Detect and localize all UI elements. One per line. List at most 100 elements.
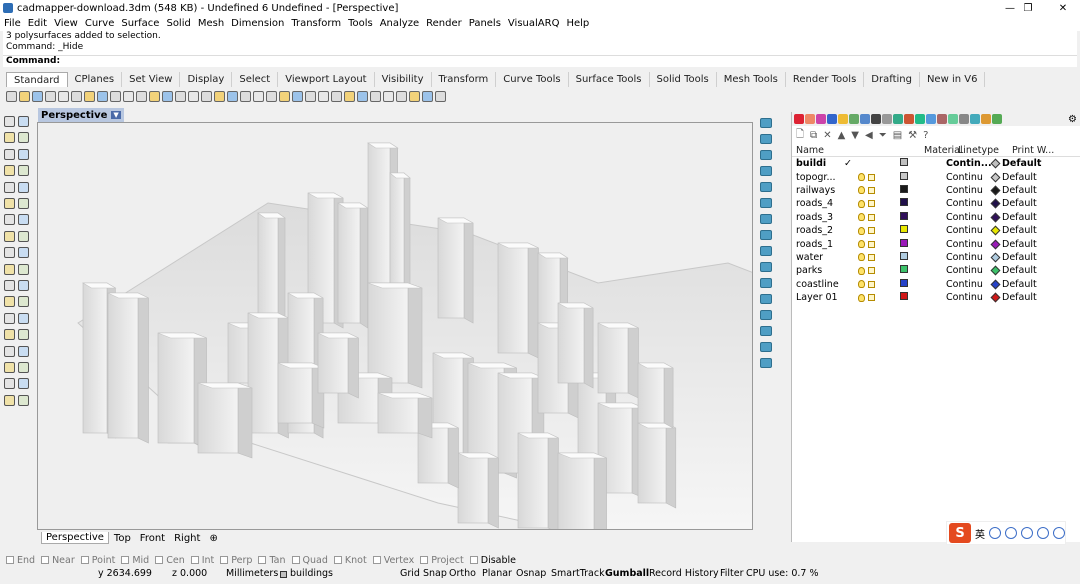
- lock-icon[interactable]: [868, 200, 875, 208]
- panel-tool-icon[interactable]: [760, 342, 772, 352]
- shade-icon[interactable]: [344, 90, 355, 102]
- osnap-checkbox[interactable]: [372, 556, 381, 564]
- toolbar-tab-surface-tools[interactable]: Surface Tools: [569, 72, 650, 87]
- grid-snap-toggle[interactable]: Grid Snap: [400, 567, 447, 581]
- rotate-tool-icon[interactable]: [4, 329, 15, 341]
- osnap-disable[interactable]: Disable: [469, 555, 516, 566]
- header-name[interactable]: Name: [792, 145, 844, 156]
- toolbar-tab-visibility[interactable]: Visibility: [375, 72, 432, 87]
- panel-tab-icon[interactable]: [860, 114, 870, 124]
- osnap-checkbox[interactable]: [121, 556, 130, 564]
- layer-color[interactable]: [900, 184, 912, 196]
- panel-settings-icon[interactable]: ⚙: [1068, 114, 1077, 125]
- menu-mesh[interactable]: Mesh: [198, 18, 224, 29]
- panel-tool-icon[interactable]: [760, 326, 772, 336]
- toolbar-tab-curve-tools[interactable]: Curve Tools: [496, 72, 569, 87]
- toolbar-tab-standard[interactable]: Standard: [6, 72, 68, 87]
- layer-linetype[interactable]: Continu: [942, 252, 992, 263]
- lock-icon[interactable]: [868, 173, 875, 181]
- polygon-tool-icon[interactable]: [4, 181, 15, 193]
- layer-state-icon[interactable]: ▤: [893, 130, 902, 141]
- layer-print-width[interactable]: Default: [990, 198, 1062, 209]
- ghost-icon[interactable]: [370, 90, 381, 102]
- show-icon[interactable]: [266, 90, 277, 102]
- redo-icon[interactable]: [123, 90, 134, 102]
- layer-print-width[interactable]: Default: [990, 265, 1062, 276]
- panel-tab-icon[interactable]: [948, 114, 958, 124]
- panel-tab-icon[interactable]: [805, 114, 815, 124]
- array-tool-icon[interactable]: [18, 345, 29, 357]
- layer-row[interactable]: railways Continu Default: [792, 184, 1080, 197]
- layer-linetype[interactable]: Continu: [942, 265, 992, 276]
- menu-analyze[interactable]: Analyze: [380, 18, 419, 29]
- osnap-checkbox[interactable]: [220, 556, 229, 564]
- layer-color[interactable]: [900, 238, 912, 250]
- open-icon[interactable]: [19, 90, 30, 102]
- pan-icon[interactable]: [136, 90, 147, 102]
- layer-row[interactable]: roads_1 Continu Default: [792, 237, 1080, 250]
- menu-render[interactable]: Render: [426, 18, 462, 29]
- osnap-cen[interactable]: Cen: [155, 555, 185, 566]
- view-tab-front[interactable]: Front: [136, 533, 169, 544]
- toolbar-tab-cplanes[interactable]: CPlanes: [68, 72, 123, 87]
- toolbar-tab-drafting[interactable]: Drafting: [864, 72, 920, 87]
- menu-help[interactable]: Help: [566, 18, 589, 29]
- lock-icon[interactable]: [868, 280, 875, 288]
- panel-tool-icon[interactable]: [760, 262, 772, 272]
- lock-icon[interactable]: [868, 213, 875, 221]
- units[interactable]: Millimeters: [226, 567, 278, 581]
- lock-icon[interactable]: [868, 294, 875, 302]
- lock-icon[interactable]: [279, 90, 290, 102]
- panel-tab-icon[interactable]: [937, 114, 947, 124]
- osnap-checkbox[interactable]: [155, 556, 164, 564]
- new-sublayer-icon[interactable]: ⧉: [810, 130, 817, 141]
- menu-panels[interactable]: Panels: [469, 18, 501, 29]
- light-icon[interactable]: [305, 90, 316, 102]
- toolbar-tab-mesh-tools[interactable]: Mesh Tools: [717, 72, 786, 87]
- layer-linetype[interactable]: Continu: [942, 279, 992, 290]
- current-layer-check-icon[interactable]: ✓: [844, 158, 856, 169]
- display-icon[interactable]: [435, 90, 446, 102]
- toolbar-tab-viewport-layout[interactable]: Viewport Layout: [278, 72, 375, 87]
- panel-tab-icon[interactable]: [904, 114, 914, 124]
- panel-tab-icon[interactable]: [970, 114, 980, 124]
- visibility-bulb-icon[interactable]: [858, 280, 865, 289]
- command-prompt[interactable]: Command:: [3, 55, 1077, 67]
- move-parent-icon[interactable]: ◀: [865, 130, 873, 141]
- panel-tool-icon[interactable]: [760, 182, 772, 192]
- layer-print-width[interactable]: Default: [990, 185, 1062, 196]
- extrude-tool-icon[interactable]: [18, 214, 29, 226]
- panel-tab-icon[interactable]: [838, 114, 848, 124]
- visibility-bulb-icon[interactable]: [858, 266, 865, 275]
- arc-tool-icon[interactable]: [18, 148, 29, 160]
- osnap-checkbox[interactable]: [333, 556, 342, 564]
- move-down-icon[interactable]: ▼: [851, 130, 859, 141]
- panel-tool-icon[interactable]: [760, 278, 772, 288]
- layer-name[interactable]: roads_4: [792, 198, 844, 209]
- new-icon[interactable]: [6, 90, 17, 102]
- osnap-perp[interactable]: Perp: [220, 555, 252, 566]
- layer-color[interactable]: [900, 211, 912, 223]
- view-tab-right[interactable]: Right: [170, 533, 204, 544]
- gumball-toggle[interactable]: Gumball: [605, 567, 649, 581]
- box-tool-icon[interactable]: [4, 230, 15, 242]
- panel-tool-icon[interactable]: [760, 118, 772, 128]
- menu-dimension[interactable]: Dimension: [231, 18, 284, 29]
- panel-tool-icon[interactable]: [760, 150, 772, 160]
- layer-print-width[interactable]: Default: [990, 279, 1062, 290]
- toolbar-tab-select[interactable]: Select: [232, 72, 279, 87]
- panel-tab-icon[interactable]: [981, 114, 991, 124]
- layer-row[interactable]: water Continu Default: [792, 251, 1080, 264]
- record-history-toggle[interactable]: Record History: [649, 567, 719, 581]
- mirror-tool-icon[interactable]: [4, 345, 15, 357]
- rectangle-tool-icon[interactable]: [18, 165, 29, 177]
- sogou-logo-icon[interactable]: S: [949, 523, 971, 543]
- layer-color[interactable]: [900, 251, 912, 263]
- panel-tab-icon[interactable]: [915, 114, 925, 124]
- tools-icon[interactable]: ⚒: [908, 130, 917, 141]
- named-views-icon[interactable]: [422, 90, 433, 102]
- ime-language[interactable]: 英: [975, 526, 985, 541]
- visibility-bulb-icon[interactable]: [858, 293, 865, 302]
- filter-icon[interactable]: ⏷: [879, 130, 887, 141]
- panel-tool-icon[interactable]: [760, 214, 772, 224]
